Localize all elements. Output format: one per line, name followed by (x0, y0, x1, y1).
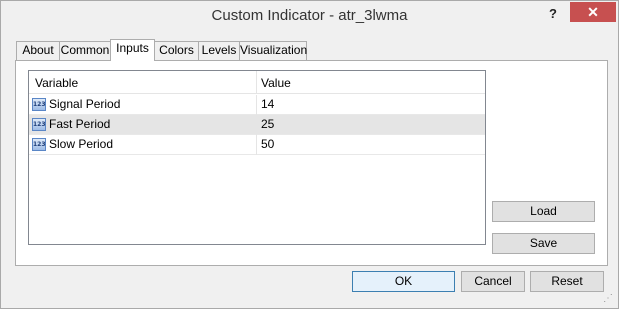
table-header: Variable Value (29, 71, 485, 94)
title-bar[interactable]: Custom Indicator - atr_3lwma ? ✕ (1, 1, 618, 32)
reset-button[interactable]: Reset (530, 271, 604, 292)
value-cell[interactable]: 14 (256, 95, 485, 115)
variable-name: Signal Period (49, 97, 121, 111)
help-button[interactable]: ? (543, 4, 563, 24)
close-icon: ✕ (587, 4, 599, 20)
column-header-value[interactable]: Value (261, 76, 291, 90)
ok-button[interactable]: OK (352, 271, 455, 292)
tab-visualization[interactable]: Visualization (239, 41, 307, 60)
table-row[interactable]: 123 Signal Period 14 (29, 95, 485, 115)
variable-cell: 123 Signal Period (32, 95, 256, 115)
inputs-table: Variable Value 123 Signal Period 14 123 … (28, 70, 486, 245)
dialog-window: Custom Indicator - atr_3lwma ? ✕ About C… (0, 0, 619, 309)
save-button[interactable]: Save (492, 233, 595, 254)
tab-levels[interactable]: Levels (198, 41, 240, 60)
load-button[interactable]: Load (492, 201, 595, 222)
variable-name: Fast Period (49, 117, 111, 131)
tab-inputs[interactable]: Inputs (110, 39, 155, 61)
window-title: Custom Indicator - atr_3lwma (211, 7, 408, 24)
numeric-type-icon: 123 (32, 138, 46, 151)
variable-cell: 123 Slow Period (32, 135, 256, 155)
numeric-type-icon: 123 (32, 98, 46, 111)
tab-colors[interactable]: Colors (154, 41, 199, 60)
variable-cell: 123 Fast Period (32, 115, 256, 135)
numeric-type-icon: 123 (32, 118, 46, 131)
table-row-selected[interactable]: 123 Fast Period 25 (29, 115, 485, 135)
value-cell[interactable]: 25 (256, 115, 485, 135)
close-button[interactable]: ✕ (570, 2, 616, 22)
tab-about[interactable]: About (16, 41, 60, 60)
resize-grip-icon[interactable]: ⋰ (603, 293, 615, 305)
table-row[interactable]: 123 Slow Period 50 (29, 135, 485, 155)
tab-common[interactable]: Common (59, 41, 111, 60)
column-divider[interactable] (256, 71, 257, 94)
value-cell[interactable]: 50 (256, 135, 485, 155)
column-header-variable[interactable]: Variable (35, 76, 78, 90)
inputs-panel: Variable Value 123 Signal Period 14 123 … (15, 60, 608, 266)
cancel-button[interactable]: Cancel (461, 271, 525, 292)
variable-name: Slow Period (49, 137, 114, 151)
